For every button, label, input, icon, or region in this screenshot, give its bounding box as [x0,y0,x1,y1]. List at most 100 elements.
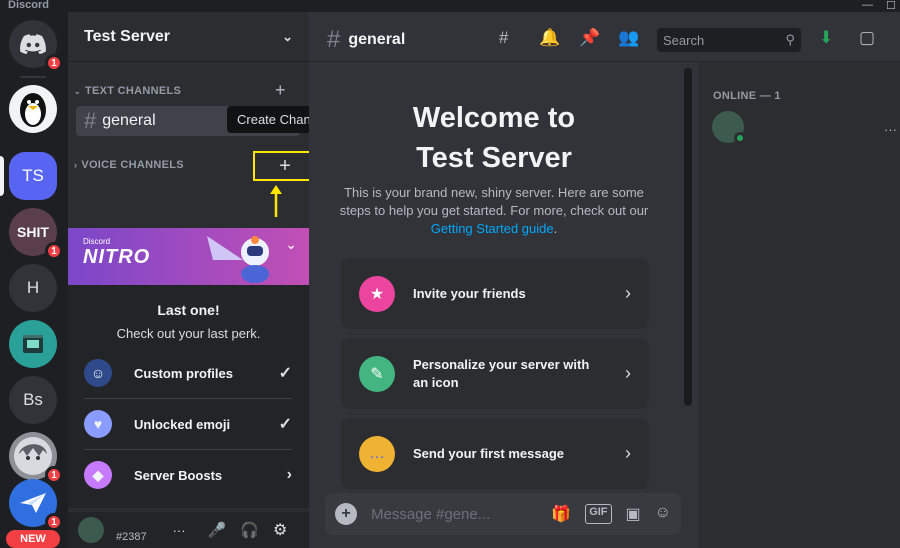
penguin-icon [20,93,46,127]
nitro-perks-card: Discord NITRO ⌄ Last one! Check out your… [68,228,309,508]
pin-icon[interactable]: 📌 [579,28,600,48]
search-icon: ⚲ [785,32,795,47]
scrollbar[interactable] [684,68,692,406]
headphones-icon[interactable]: 🎧 [240,521,259,539]
intro-text: This is your brand new, shiny server. He… [339,185,649,218]
perk-label: Server Boosts [134,467,223,483]
more-icon[interactable]: ··· [173,523,186,538]
channel-name: general [102,112,156,129]
server-penguin[interactable] [9,85,57,133]
hash-icon: # [84,108,97,133]
minimize-icon[interactable]: — [862,0,873,11]
category-label: VOICE CHANNELS [81,159,184,171]
download-icon[interactable]: ⬇ [819,28,833,48]
gift-icon[interactable]: 🎁 [551,504,571,524]
active-server-indicator [0,156,4,196]
more-icon[interactable]: ··· [884,122,897,137]
card-label: Personalize your server with an icon [413,356,590,390]
user-panel: #2387 ··· 🎤 🎧 ⚙ [68,512,309,548]
screen-share-icon[interactable]: ▢ [859,28,875,48]
invite-friends-icon: ★ [359,275,395,312]
server-bird[interactable]: 1 [9,479,63,531]
message-input-placeholder: Message #gene... [371,505,491,523]
plus-icon: + [279,154,291,177]
server-rail: 1 TS SHIT 1 H Bs 1 1 NEW [0,12,68,548]
maximize-icon[interactable]: ☐ [886,0,896,12]
perk-server-boosts[interactable]: ◆ Server Boosts › [84,450,292,500]
nitro-logo: NITRO [83,246,151,268]
emoji-icon: ♥ [84,410,112,438]
app-name: Discord [8,0,49,11]
welcome-line-1: Welcome to [412,102,576,134]
settings-gear-icon[interactable]: ⚙ [273,520,287,540]
online-heading: ONLINE — 1 [713,90,781,102]
welcome-line-2: Test Server [416,142,572,174]
checkmark-icon: ✓ [278,365,292,382]
server-initials: H [26,278,40,297]
main-content: Welcome to Test Server This is your bran… [309,12,698,548]
chevron-icon: ⌄ [74,86,82,96]
server-h[interactable]: H [9,264,57,312]
search-placeholder: Search [663,32,705,48]
discord-logo-icon [20,34,46,54]
nitro-brand-label: Discord [83,237,111,246]
discord-home-button[interactable]: 1 [9,20,63,72]
category-voice-channels[interactable]: › VOICE CHANNELS [74,159,184,171]
add-voice-channel-button[interactable]: + [253,151,317,181]
title-bar: Discord — ☐ [0,0,900,12]
server-robot[interactable] [9,320,57,368]
category-text-channels[interactable]: ⌄ TEXT CHANNELS [74,85,181,97]
new-badge: NEW [6,530,60,548]
chevron-right-icon: › [625,443,631,463]
emoji-icon[interactable]: ☺ [655,504,671,524]
channel-header-name: general [348,31,406,48]
server-bs[interactable]: Bs [9,376,57,424]
user-avatar[interactable] [78,517,104,543]
profile-icon: ☺ [84,359,112,387]
perk-custom-profiles[interactable]: ☺ Custom profiles ✓ [84,348,292,398]
sticker-icon[interactable]: ▣ [626,504,641,524]
search-input[interactable]: Search ⚲ [657,28,801,52]
user-tag: #2387 [116,531,147,543]
server-anime[interactable]: 1 [9,432,63,484]
member-list: ONLINE — 1 ··· [698,62,900,548]
server-initials: SHIT [17,224,49,240]
threads-icon[interactable]: # [499,28,508,48]
card-label: Send your first message [413,445,564,461]
rail-divider [20,76,46,78]
welcome-intro: This is your brand new, shiny server. He… [339,184,649,238]
channel-header: # general # 🔔 📌 👥 Search ⚲ ⬇ ▢ [309,12,900,62]
hash-icon: # [327,26,341,53]
nitro-mascot-icon [207,236,269,283]
chevron-right-icon: › [74,160,78,170]
perk-unlocked-emoji[interactable]: ♥ Unlocked emoji ✓ [84,399,292,449]
member-list-icon[interactable]: 👥 [618,28,639,48]
perk-subtitle: Check out your last perk. [116,326,261,341]
add-text-channel-icon[interactable]: + [275,80,286,101]
chevron-down-icon[interactable]: ⌄ [282,29,293,45]
perk-label: Custom profiles [134,365,233,381]
annotation-arrow-icon [270,185,282,217]
nitro-banner: Discord NITRO ⌄ [68,228,309,285]
notification-bell-icon[interactable]: 🔔 [539,28,560,48]
add-attachment-icon[interactable]: + [335,503,357,525]
server-initials: Bs [23,390,43,409]
server-header[interactable]: Test Server ⌄ [68,12,309,62]
card-personalize-server[interactable]: ✎ Personalize your server with an icon › [341,338,649,409]
server-test-server[interactable]: TS [9,152,57,200]
getting-started-link[interactable]: Getting Started guide [431,221,554,236]
collapse-chevron-icon[interactable]: ⌄ [285,236,297,253]
gif-icon[interactable]: GIF [585,504,612,524]
welcome-heading: Welcome to Test Server [309,98,679,178]
message-composer[interactable]: + Message #gene... 🎁 GIF ▣ ☺ [325,493,681,535]
chat-bubble-icon: … [359,435,395,472]
chevron-right-icon: › [286,466,292,483]
notification-badge: 1 [45,466,63,484]
perk-title: Last one! [157,302,220,318]
online-status-dot [734,132,746,144]
server-shit[interactable]: SHIT 1 [9,208,63,260]
microphone-icon[interactable]: 🎤 [208,521,227,539]
bird-icon [20,493,46,513]
card-invite-friends[interactable]: ★ Invite your friends › [341,258,649,329]
card-send-message[interactable]: … Send your first message › [341,418,649,489]
